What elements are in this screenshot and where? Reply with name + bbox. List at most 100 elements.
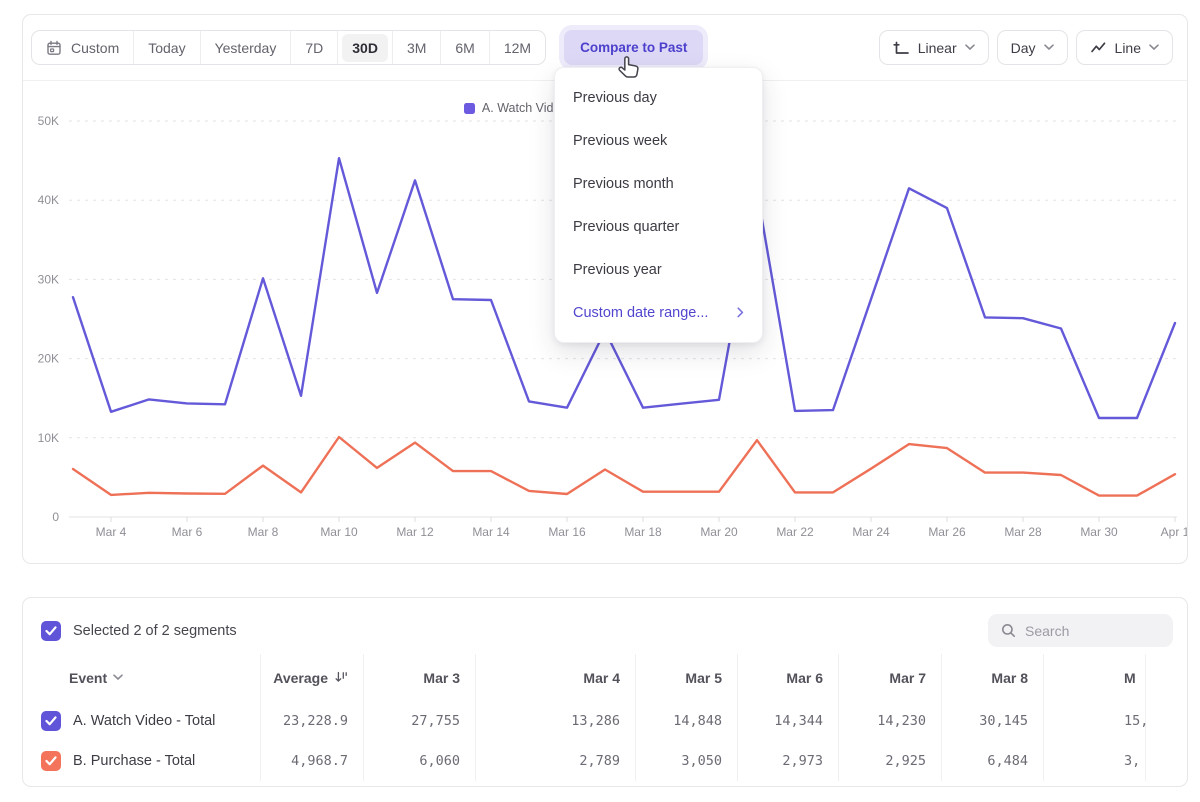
value-cell: 6,484 — [942, 741, 1044, 781]
search-box — [988, 614, 1173, 647]
check-icon — [45, 716, 57, 726]
svg-text:Mar 20: Mar 20 — [700, 525, 738, 539]
column-header-mar-8: Mar 8 — [942, 654, 1044, 701]
table-row: A. Watch Video - Total 23,228.9 27,755 13,2… — [23, 701, 1187, 741]
value-cell-clipped: 15, — [1044, 701, 1146, 741]
svg-text:50K: 50K — [38, 114, 59, 128]
view-controls: Linear Day Line — [879, 30, 1173, 65]
value: 3, — [1124, 753, 1140, 769]
range-button-12m[interactable]: 12M — [490, 31, 545, 64]
range-button-3m[interactable]: 3M — [393, 31, 441, 64]
range-button-7d[interactable]: 7D — [291, 31, 338, 64]
date-range-group: Custom Today Yesterday 7D30D 3M 6M 12M — [31, 30, 546, 65]
svg-text:Mar 24: Mar 24 — [852, 525, 890, 539]
value: 14,848 — [673, 713, 722, 729]
segment-name[interactable]: A. Watch Video - Total — [73, 713, 215, 729]
svg-text:30K: 30K — [38, 272, 59, 286]
menu-item-previous-week[interactable]: Previous week — [555, 119, 762, 162]
line-dropdown-button[interactable]: Line — [1076, 30, 1173, 65]
column-header-label: Mar 3 — [423, 670, 460, 686]
svg-text:Mar 30: Mar 30 — [1080, 525, 1118, 539]
search-input[interactable] — [1025, 623, 1145, 639]
selected-segments-label: Selected 2 of 2 segments — [73, 623, 237, 639]
svg-text:Mar 22: Mar 22 — [776, 525, 814, 539]
svg-text:Mar 4: Mar 4 — [96, 525, 127, 539]
svg-text:Mar 18: Mar 18 — [624, 525, 662, 539]
range-button-custom[interactable]: Custom — [32, 31, 134, 64]
value: 27,755 — [411, 713, 460, 729]
menu-item-previous-month[interactable]: Previous month — [555, 162, 762, 205]
linear-dropdown-button[interactable]: Linear — [879, 30, 989, 65]
column-header-label: Mar 7 — [889, 670, 926, 686]
value-cell-clipped: 3, — [1044, 741, 1146, 781]
event-column-header[interactable]: Event — [23, 654, 261, 701]
segment-name[interactable]: B. Purchase - Total — [73, 753, 195, 769]
menu-item-label: Previous month — [573, 176, 674, 192]
range-label: 6M — [455, 40, 474, 56]
menu-item-previous-year[interactable]: Previous year — [555, 248, 762, 291]
menu-item-label: Previous day — [573, 90, 657, 106]
value-cell: 2,789 — [476, 741, 636, 781]
legend-swatch — [464, 103, 475, 114]
svg-text:Mar 12: Mar 12 — [396, 525, 434, 539]
event-cell: A. Watch Video - Total — [23, 701, 261, 741]
value: 15, — [1124, 713, 1148, 729]
value: 13,286 — [571, 713, 620, 729]
range-button-6m[interactable]: 6M — [441, 31, 489, 64]
value-cell: 13,286 — [476, 701, 636, 741]
column-header-mar-5: Mar 5 — [636, 654, 738, 701]
compare-to-past-menu: Previous day Previous week Previous month P… — [554, 67, 763, 343]
menu-item-custom-date-range[interactable]: Custom date range... — [555, 291, 762, 334]
range-button-yesterday[interactable]: Yesterday — [201, 31, 292, 64]
range-button-today[interactable]: Today — [134, 31, 200, 64]
value-cell: 14,344 — [738, 701, 839, 741]
range-label: Yesterday — [215, 40, 277, 56]
mouse-cursor-icon — [617, 55, 643, 82]
chevron-down-icon — [1044, 44, 1054, 51]
select-all-checkbox[interactable] — [41, 621, 61, 641]
value-cell: 14,848 — [636, 701, 738, 741]
column-header-mar-4: Mar 4 — [476, 654, 636, 701]
check-icon — [45, 626, 57, 636]
column-header-label: Mar 6 — [786, 670, 823, 686]
value-cell: 23,228.9 — [261, 701, 364, 741]
control-label: Line — [1115, 40, 1141, 56]
value: 2,973 — [782, 753, 823, 769]
svg-text:0: 0 — [52, 510, 59, 524]
table-header-row: Event Average Mar 3 Mar 4Mar 5 Mar 6 Mar 7 Mar… — [23, 654, 1187, 701]
segment-checkbox[interactable] — [41, 751, 61, 771]
column-header-mar-7: Mar 7 — [839, 654, 942, 701]
svg-text:Mar 14: Mar 14 — [472, 525, 510, 539]
menu-item-previous-quarter[interactable]: Previous quarter — [555, 205, 762, 248]
chevron-down-icon — [113, 674, 123, 681]
menu-item-previous-day[interactable]: Previous day — [555, 76, 762, 119]
value-cell: 30,145 — [942, 701, 1044, 741]
value-cell: 2,973 — [738, 741, 839, 781]
sort-descending-icon — [335, 671, 348, 684]
svg-text:40K: 40K — [38, 193, 59, 207]
range-label: 3M — [407, 40, 426, 56]
segment-checkbox[interactable] — [41, 711, 61, 731]
menu-item-label: Previous year — [573, 262, 662, 278]
axis-icon — [893, 40, 910, 56]
value: 6,484 — [987, 753, 1028, 769]
value: 2,789 — [579, 753, 620, 769]
range-button-30d[interactable]: 30D — [338, 31, 393, 64]
range-label: 30D — [342, 34, 388, 62]
range-label: Custom — [71, 40, 119, 56]
control-label: Linear — [918, 40, 957, 56]
value: 23,228.9 — [283, 713, 348, 729]
column-header-average[interactable]: Average — [261, 654, 364, 701]
line-chart-icon — [1090, 40, 1107, 56]
value: 4,968.7 — [291, 753, 348, 769]
event-header-label: Event — [69, 670, 107, 686]
chevron-right-icon — [737, 307, 744, 318]
svg-text:20K: 20K — [38, 352, 59, 366]
svg-text:Mar 16: Mar 16 — [548, 525, 586, 539]
value-cell: 27,755 — [364, 701, 476, 741]
value: 14,230 — [877, 713, 926, 729]
svg-text:10K: 10K — [38, 431, 59, 445]
day-dropdown-button[interactable]: Day — [997, 30, 1068, 65]
range-label: Today — [148, 40, 185, 56]
value: 14,344 — [774, 713, 823, 729]
